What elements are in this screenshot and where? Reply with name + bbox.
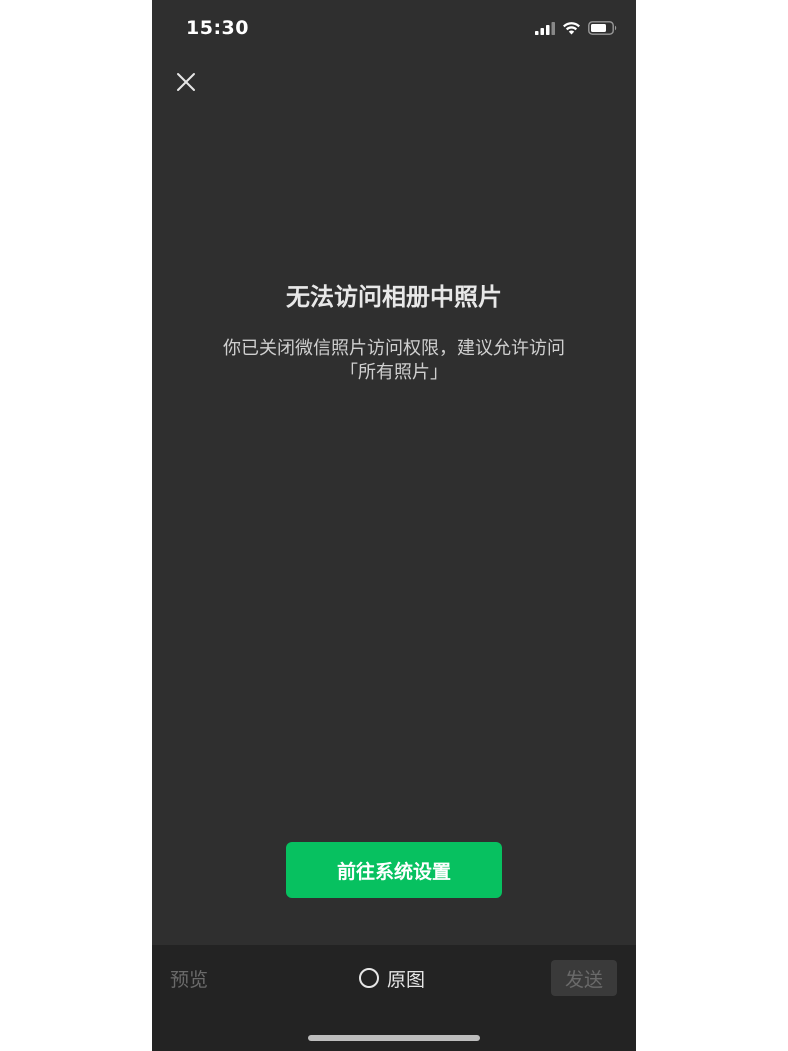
page-title: 无法访问相册中照片 [286, 283, 502, 311]
preview-button[interactable]: 预览 [170, 965, 208, 992]
battery-icon [588, 21, 617, 35]
original-image-label: 原图 [387, 968, 426, 991]
permission-message: 你已关闭微信照片访问权限，建议允许访问 「所有照片」 [182, 337, 606, 385]
wifi-icon [563, 22, 580, 35]
close-icon [177, 73, 195, 91]
phone-screen: 15:30 无法访问相册中照片 你已关闭微信照片访问权限，建议允许访问 「所有照… [152, 0, 636, 1051]
send-button[interactable]: 发送 [551, 960, 617, 996]
status-icons [535, 21, 618, 35]
cellular-signal-icon [535, 21, 555, 35]
permission-message-line1: 你已关闭微信照片访问权限，建议允许访问 [223, 338, 565, 359]
home-indicator[interactable] [308, 1035, 480, 1041]
original-image-toggle[interactable]: 原图 [359, 963, 425, 993]
permission-message-line2: 「所有照片」 [340, 362, 448, 383]
status-bar: 15:30 [152, 0, 636, 58]
open-system-settings-button[interactable]: 前往系统设置 [286, 842, 502, 898]
close-button[interactable] [170, 66, 202, 98]
radio-circle-icon [359, 968, 379, 988]
status-time: 15:30 [186, 17, 249, 39]
